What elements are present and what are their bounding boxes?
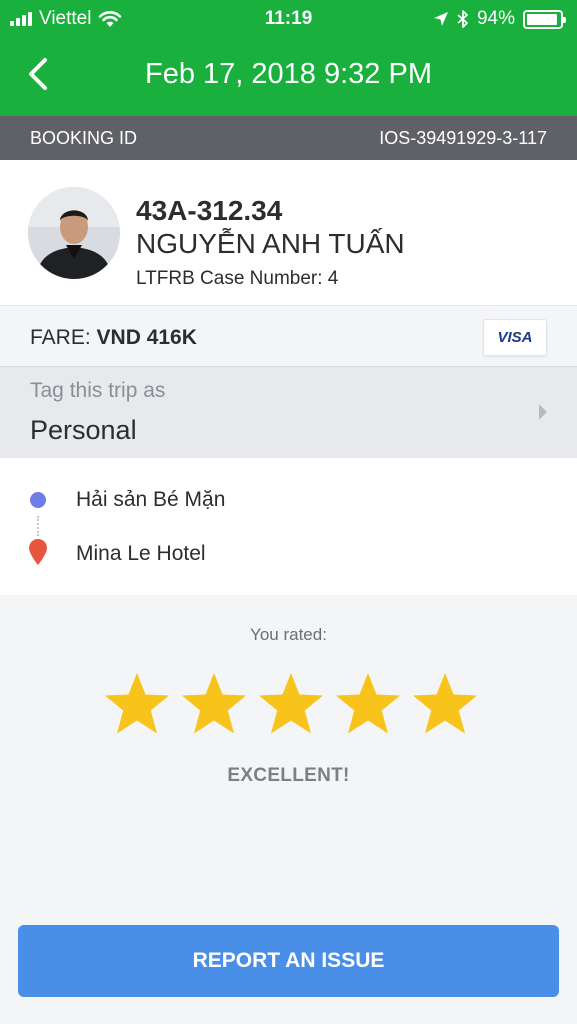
ltfrb-case-number: LTFRB Case Number: 4	[136, 268, 339, 289]
tag-trip-label: Tag this trip as	[30, 379, 166, 402]
rating-section: You rated: EXCELLENT!	[0, 595, 577, 830]
star-icon	[336, 673, 400, 734]
rating-label: You rated:	[250, 625, 327, 644]
license-plate: 43A-312.34	[136, 195, 283, 226]
fare-row: FARE: VND 416K VISA	[0, 305, 577, 367]
star-rating	[103, 671, 479, 737]
driver-avatar	[28, 187, 120, 279]
star-icon	[259, 673, 323, 734]
dropoff-pin-icon	[29, 539, 47, 565]
battery-percent: 94%	[476, 8, 515, 29]
fare-text: FARE: VND 416K	[30, 326, 197, 350]
visa-card-icon: VISA	[483, 319, 547, 356]
tag-trip-value: Personal	[30, 415, 137, 445]
fare-amount: VND 416K	[96, 326, 197, 349]
battery-icon	[523, 9, 566, 29]
booking-id-bar: BOOKING ID IOS-39491929-3-117	[0, 116, 577, 160]
star-icon	[413, 673, 477, 734]
status-bar: Viettel 11:19 94%	[0, 0, 577, 36]
dropoff-location: Mina Le Hotel	[76, 542, 206, 565]
battery-level	[527, 13, 558, 25]
driver-name: NGUYỄN ANH TUẤN	[136, 228, 405, 259]
booking-id-value: IOS-39491929-3-117	[379, 128, 547, 148]
chevron-right-icon	[539, 404, 547, 420]
nav-bar: Feb 17, 2018 9:32 PM	[0, 36, 577, 116]
rating-verdict: EXCELLENT!	[227, 765, 350, 786]
driver-card: 43A-312.34 NGUYỄN ANH TUẤN LTFRB Case Nu…	[0, 160, 577, 305]
star-icon	[105, 673, 169, 734]
report-issue-button[interactable]: REPORT AN ISSUE	[18, 925, 559, 997]
pickup-location: Hải sản Bé Mặn	[76, 488, 226, 511]
fare-label: FARE:	[30, 326, 91, 349]
pickup-dot-icon	[30, 492, 46, 508]
bluetooth-icon	[457, 10, 468, 28]
star-icon	[182, 673, 246, 734]
route-connector	[37, 516, 39, 536]
page-title: Feb 17, 2018 9:32 PM	[145, 58, 432, 90]
tag-trip-selector[interactable]: Tag this trip as Personal	[0, 367, 577, 458]
route-section: Hải sản Bé Mặn Mina Le Hotel	[0, 458, 577, 595]
location-arrow-icon	[433, 12, 448, 26]
booking-id-label: BOOKING ID	[30, 128, 138, 148]
status-right: 94%	[433, 8, 566, 30]
